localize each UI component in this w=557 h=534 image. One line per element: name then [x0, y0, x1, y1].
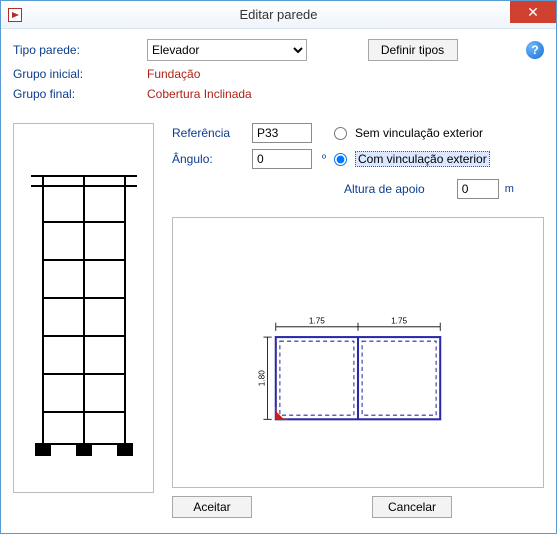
main-section: Referência Sem vinculação exterior Ângul… — [13, 123, 544, 518]
close-button[interactable]: ✕ — [510, 1, 556, 23]
close-icon: ✕ — [527, 4, 539, 21]
titlebar: Editar parede ✕ — [1, 1, 556, 29]
referencia-label: Referência — [172, 126, 252, 140]
dim-left-text: 1.75 — [309, 317, 325, 326]
right-column: Referência Sem vinculação exterior Ângul… — [172, 123, 544, 518]
window-title: Editar parede — [1, 7, 556, 22]
radio-com-label: Com vinculação exterior — [355, 151, 490, 167]
app-icon — [7, 7, 23, 23]
radio-sem-vinculacao[interactable]: Sem vinculação exterior — [334, 126, 544, 140]
dim-right-text: 1.75 — [391, 317, 407, 326]
radio-sem-input[interactable] — [334, 127, 347, 140]
dim-height-text: 1.80 — [257, 370, 266, 386]
radio-sem-label: Sem vinculação exterior — [355, 126, 483, 140]
button-row: Aceitar Cancelar — [172, 496, 544, 518]
altura-label: Altura de apoio — [344, 182, 425, 196]
angulo-unit: º — [322, 153, 334, 165]
building-elevation-svg — [25, 164, 143, 464]
plan-preview-box: 1.75 1.75 1.80 — [172, 217, 544, 488]
help-icon[interactable]: ? — [526, 41, 544, 59]
tipo-parede-select[interactable]: Elevador — [147, 39, 307, 61]
definir-tipos-button[interactable]: Definir tipos — [368, 39, 458, 61]
grupo-final-label: Grupo final: — [13, 87, 143, 101]
plan-preview-svg: 1.75 1.75 1.80 — [173, 218, 543, 487]
grupo-inicial-label: Grupo inicial: — [13, 67, 143, 81]
building-elevation-box — [13, 123, 154, 493]
grupo-final-value: Cobertura Inclinada — [147, 87, 544, 101]
altura-unit: m — [505, 183, 514, 195]
tipo-parede-label: Tipo parede: — [13, 43, 143, 57]
window: Editar parede ✕ Tipo parede: Elevador De… — [0, 0, 557, 534]
params-grid: Referência Sem vinculação exterior Ângul… — [172, 123, 544, 199]
accept-button[interactable]: Aceitar — [172, 496, 252, 518]
grupo-inicial-value: Fundação — [147, 67, 544, 81]
angulo-input[interactable] — [252, 149, 312, 169]
altura-row: Altura de apoio m — [322, 179, 544, 199]
radio-com-input[interactable] — [334, 153, 347, 166]
altura-input[interactable] — [457, 179, 499, 199]
angulo-label: Ângulo: — [172, 152, 252, 166]
top-section: Tipo parede: Elevador Definir tipos ? Gr… — [13, 39, 544, 101]
referencia-input[interactable] — [252, 123, 312, 143]
cancel-button[interactable]: Cancelar — [372, 496, 452, 518]
radio-com-vinculacao[interactable]: Com vinculação exterior — [334, 151, 544, 167]
dialog-body: Tipo parede: Elevador Definir tipos ? Gr… — [1, 29, 556, 533]
